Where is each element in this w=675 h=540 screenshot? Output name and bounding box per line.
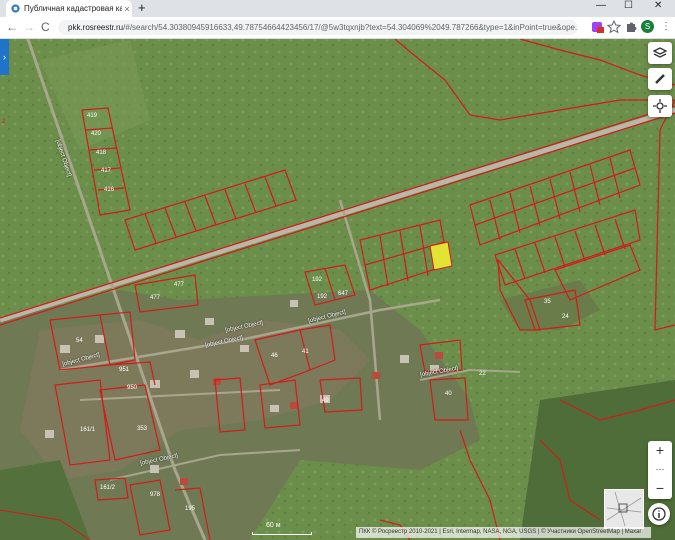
parcel-label: 477 [174, 282, 185, 288]
parcel-label: 49 [322, 398, 329, 404]
close-window-button[interactable]: ✕ [654, 0, 662, 14]
back-button[interactable]: ← [6, 20, 18, 34]
url-path: /#/search/54.30380945916633,49.787546644… [123, 23, 578, 32]
extension-badge-icon[interactable] [590, 20, 604, 34]
profile-avatar[interactable]: S [641, 20, 654, 33]
reload-button[interactable]: C [41, 20, 50, 34]
browser-tab[interactable]: Публичная кадастровая карта × [6, 0, 132, 17]
zoom-level-dots: ··· [655, 464, 665, 474]
parcel-label: 195 [185, 506, 196, 512]
menu-kebab-icon[interactable]: ⋮ [661, 20, 671, 34]
ruler-button[interactable] [648, 68, 672, 90]
parcel-label: 2 [2, 119, 6, 125]
star-bookmark-icon[interactable] [607, 20, 621, 34]
scale-bar-line [252, 532, 312, 535]
browser-toolbar: ← → C pkk.rosreestr.ru/#/search/54.30380… [0, 17, 675, 39]
parcel-label: 978 [150, 492, 161, 498]
parcel-label: 54 [76, 338, 83, 344]
side-panel-toggle[interactable]: › [0, 39, 9, 75]
tab-title: Публичная кадастровая карта [24, 4, 122, 13]
parcel-label: 192 [317, 294, 328, 300]
parcel-label: 40 [445, 391, 452, 397]
parcel-label: 950 [127, 385, 138, 391]
satellite-imagery [0, 39, 675, 540]
layers-icon [653, 47, 667, 58]
parcel-label: 417 [101, 168, 112, 174]
extensions-puzzle-icon[interactable] [624, 20, 638, 34]
parcel-label: 418 [96, 150, 107, 156]
ruler-icon [655, 74, 665, 84]
layers-button[interactable] [648, 42, 672, 64]
info-button[interactable] [648, 503, 670, 525]
new-tab-button[interactable]: + [138, 1, 146, 15]
forward-button[interactable]: → [23, 20, 35, 34]
parcel-label: 161/1 [80, 427, 96, 433]
parcel-label: 420 [91, 131, 102, 137]
parcel-label: 35 [544, 299, 551, 305]
parcel-label: 41 [302, 349, 309, 355]
map-attribution: ПКК © Росреестр 2010-2021 | Esri, Interm… [356, 527, 651, 538]
parcel-label: 46 [271, 353, 278, 359]
parcel-label: 951 [119, 367, 130, 373]
address-bar[interactable]: pkk.rosreestr.ru/#/search/54.30380945916… [58, 20, 578, 35]
scale-bar: 60 м [252, 522, 312, 536]
zoom-out-button[interactable]: − [648, 479, 672, 498]
rosreestr-favicon-icon [11, 4, 20, 13]
info-icon [652, 507, 666, 521]
tab-strip: Публичная кадастровая карта × + — ☐ ✕ [0, 0, 675, 17]
tab-close-icon[interactable]: × [122, 4, 132, 14]
parcel-label: 24 [562, 314, 569, 320]
locate-icon [653, 99, 667, 113]
parcel-label: 477 [150, 295, 161, 301]
zoom-in-button[interactable]: + [648, 441, 672, 460]
parcel-label: 419 [87, 113, 98, 119]
scale-label: 60 м [266, 522, 281, 529]
overview-minimap[interactable] [604, 489, 644, 529]
minimap-roads-icon [606, 491, 642, 527]
parcel-label: 416 [104, 187, 115, 193]
parcel-label: 22 [479, 371, 486, 377]
zoom-control: + ··· − [648, 441, 672, 499]
parcel-label: 161/2 [100, 485, 116, 491]
url-host: pkk.rosreestr.ru [68, 23, 124, 32]
cadastral-map[interactable]: 419 420 418 417 416 477 477 192 192 647 … [0, 39, 675, 540]
parcel-label: 647 [338, 291, 349, 297]
locate-button[interactable] [648, 95, 672, 117]
parcel-label: 192 [312, 277, 323, 283]
parcel-label: 353 [137, 426, 148, 432]
minimize-button[interactable]: — [596, 0, 606, 14]
maximize-button[interactable]: ☐ [624, 0, 633, 14]
